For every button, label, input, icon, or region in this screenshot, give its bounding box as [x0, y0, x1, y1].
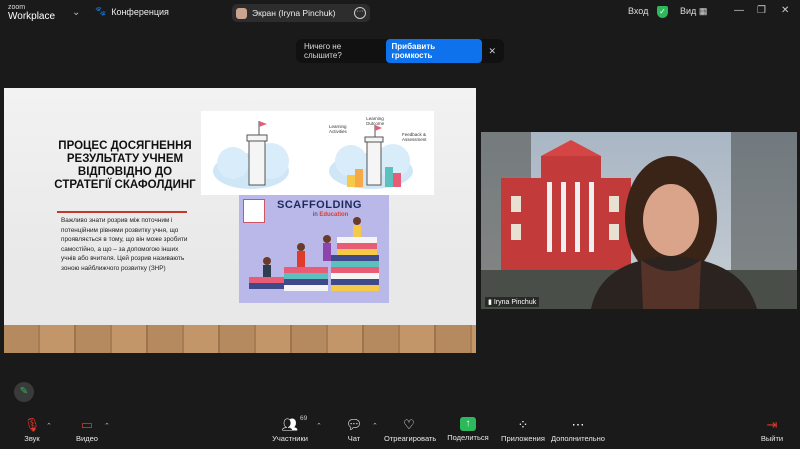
chevron-up-icon[interactable]: ⌃ — [46, 422, 52, 430]
avatar — [236, 7, 247, 19]
share-screen-icon: ↑ — [460, 417, 476, 431]
chevron-up-icon[interactable]: ⌃ — [104, 422, 110, 430]
bottom-toolbar: 🎙︎ Звук ⌃ ▭ Видео ⌃ 👥︎ Участники 69 ⌃ 💬︎… — [0, 413, 800, 449]
minimize-icon[interactable]: — — [734, 5, 744, 16]
react-button[interactable]: ♡ Отреагировать — [384, 417, 436, 443]
audio-toast: Ничего не слышите? Прибавить громкость ✕ — [296, 39, 504, 63]
chevron-down-icon[interactable]: ⌄ — [72, 7, 80, 18]
image-label: Feedback & Assessment — [402, 132, 427, 142]
annotate-pen-icon[interactable]: ✎ — [14, 382, 34, 402]
share-button[interactable]: ↑ Поделиться — [447, 417, 489, 442]
leave-icon: ⇥ — [766, 417, 778, 432]
close-icon[interactable]: ✕ — [488, 46, 496, 57]
chat-button[interactable]: 💬︎ Чат — [344, 417, 364, 443]
signin-button[interactable]: Вход — [628, 6, 648, 16]
participants-count: 69 — [300, 415, 308, 422]
image-label: Learning Activities — [329, 124, 347, 134]
restore-icon[interactable]: ❐ — [757, 5, 766, 16]
screen-share-indicator[interactable]: Экран (Iryna Pinchuk) ··· — [232, 4, 370, 22]
chevron-up-icon[interactable]: ⌃ — [316, 422, 322, 430]
divider — [57, 211, 187, 213]
zoom-logo: zoom Workplace — [8, 4, 56, 22]
paw-icon: 🐾 — [95, 6, 107, 16]
mic-muted-icon: 🎙︎ — [23, 417, 41, 432]
audio-button[interactable]: 🎙︎ Звук — [18, 417, 46, 443]
more-options-icon[interactable]: ··· — [354, 7, 366, 19]
shield-icon[interactable]: ✓ — [657, 6, 668, 18]
chevron-up-icon[interactable]: ⌃ — [372, 422, 378, 430]
view-button[interactable]: Вид ▦ — [680, 6, 707, 17]
leave-button[interactable]: ⇥ Выйти — [760, 417, 784, 443]
top-bar: zoom Workplace ⌄ 🐾 Конференция Экран (Ir… — [0, 0, 800, 26]
slide-title: ПРОЦЕС ДОСЯГНЕННЯ РЕЗУЛЬТАТУ УЧНЕМ ВІДПО… — [54, 140, 196, 191]
chat-icon: 💬︎ — [345, 417, 363, 432]
camera-off-icon: ▭ — [80, 417, 94, 432]
participant-video[interactable]: ▮ Iryna Pinchuk — [481, 132, 797, 309]
slide-floor — [4, 325, 476, 353]
signal-icon: ▮ — [488, 299, 492, 306]
increase-volume-button[interactable]: Прибавить громкость — [385, 39, 483, 63]
video-button[interactable]: ▭ Видео — [72, 417, 102, 443]
image-label: Learning Outcome — [365, 116, 385, 126]
meeting-info-button[interactable]: 🐾 Конференция — [95, 6, 169, 17]
heart-icon: ♡ — [403, 417, 415, 432]
apps-icon: ⁘ — [517, 417, 529, 432]
apps-button[interactable]: ⁘ Приложения — [500, 417, 546, 443]
scaffolding-education-image: SCAFFOLDING in Education — [239, 195, 389, 303]
shared-slide: ПРОЦЕС ДОСЯГНЕННЯ РЕЗУЛЬТАТУ УЧНЕМ ВІДПО… — [4, 88, 476, 353]
more-icon: ⋯ — [571, 417, 585, 432]
close-icon[interactable]: ✕ — [781, 5, 789, 16]
participant-name-label: ▮ Iryna Pinchuk — [485, 297, 540, 307]
scaffolding-tower-image — [201, 111, 434, 195]
more-button[interactable]: ⋯ Дополнительно — [551, 417, 605, 443]
slide-body: Важливо знати розрив між поточним і поте… — [61, 217, 188, 272]
view-grid-icon: ▦ — [698, 6, 708, 16]
